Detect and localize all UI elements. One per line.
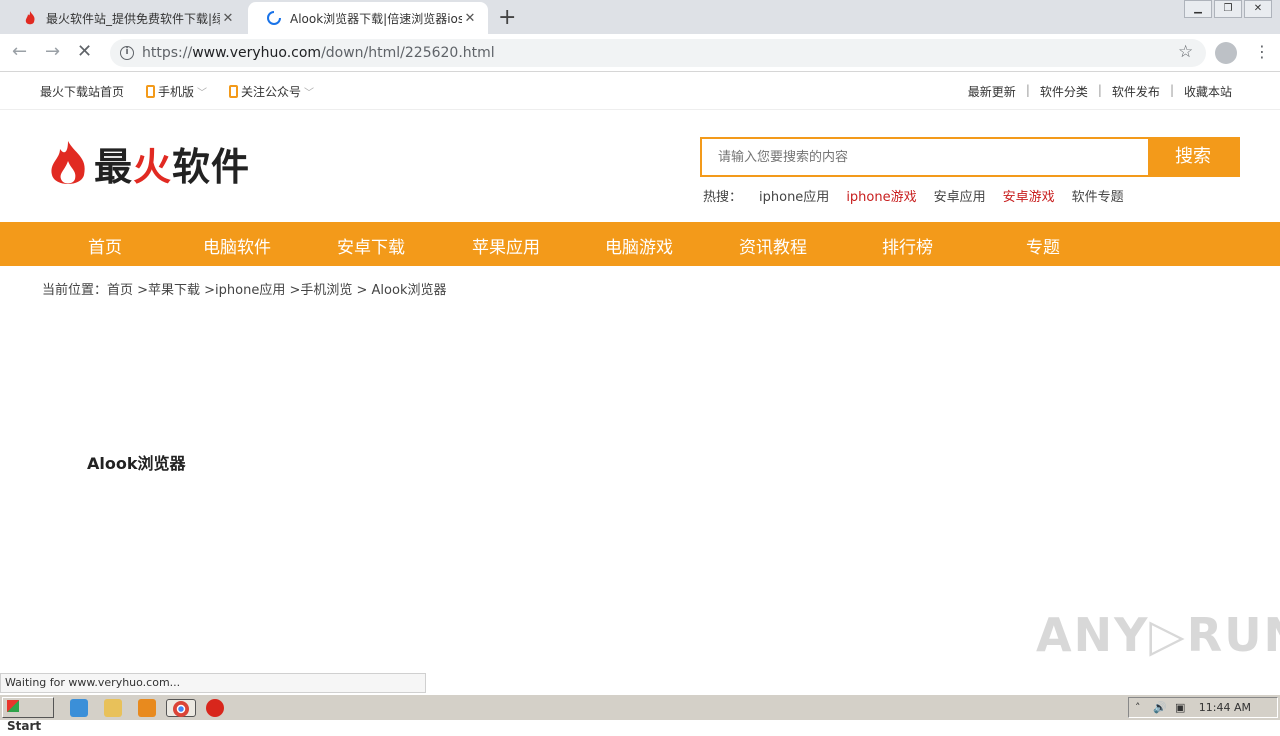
profile-avatar-icon[interactable]	[1215, 42, 1237, 64]
phone-icon	[229, 85, 239, 98]
flame-logo-icon	[51, 140, 85, 184]
tray-expand-icon[interactable]: ˄	[1135, 698, 1141, 717]
system-tray: ˄ 🔊 ▣ 11:44 AM	[1128, 697, 1278, 718]
stop-sign-icon[interactable]	[206, 699, 224, 717]
window-controls: ▁ ❐ ✕	[1182, 0, 1272, 18]
stop-loading-icon[interactable]: ✕	[77, 41, 92, 62]
browser-toolbar: ← → ✕ i https://www.veryhuo.com/down/htm…	[0, 34, 1280, 72]
logo-text-part: 最	[94, 145, 134, 189]
maximize-icon[interactable]: ❐	[1214, 0, 1242, 18]
divider: |	[1097, 83, 1102, 97]
main-nav: 首页 电脑软件 安卓下载 苹果应用 电脑游戏 资讯教程 排行榜 专题	[0, 222, 1280, 266]
loading-spinner-icon	[267, 11, 281, 25]
start-button[interactable]: Start	[2, 697, 54, 733]
anyrun-watermark: ANY▷RUN	[1036, 608, 1280, 662]
logo-text: 最火软件	[94, 136, 250, 191]
nav-apple-apps[interactable]: 苹果应用	[472, 233, 540, 258]
network-icon[interactable]: ▣	[1175, 698, 1185, 717]
categories-link[interactable]: 软件分类	[1040, 83, 1088, 100]
site-topbar: 最火下载站首页 手机版 ﹀ 关注公众号 ﹀ 最新更新 | 软件分类 | 软件发布 | 收藏…	[0, 72, 1280, 110]
page-title: Alook浏览器	[87, 454, 186, 473]
hot-item-iphone-apps[interactable]: iphone应用	[759, 186, 829, 205]
tab-close-icon[interactable]: ✕	[462, 11, 478, 26]
search-button[interactable]: 搜索	[1148, 139, 1238, 175]
tab-close-icon[interactable]: ✕	[220, 11, 236, 26]
latest-updates-link[interactable]: 最新更新	[968, 83, 1016, 100]
nav-android-download[interactable]: 安卓下载	[337, 233, 405, 258]
publish-link[interactable]: 软件发布	[1112, 83, 1160, 100]
bookmark-site-link[interactable]: 收藏本站	[1184, 83, 1232, 100]
status-bar: Waiting for www.veryhuo.com...	[0, 673, 426, 693]
minimize-icon[interactable]: ▁	[1184, 0, 1212, 18]
wechat-follow-link[interactable]: 关注公众号 ﹀	[229, 83, 314, 100]
hot-item-iphone-games[interactable]: iphone游戏	[846, 186, 916, 205]
logo-text-red: 火	[133, 145, 173, 189]
new-tab-button[interactable]: +	[498, 5, 516, 30]
url-host: www.veryhuo.com	[192, 45, 322, 61]
flame-favicon-icon	[25, 11, 35, 25]
address-bar[interactable]: i https://www.veryhuo.com/down/html/2256…	[110, 39, 1206, 67]
tab-title: Alook浏览器下载|倍速浏览器ios版下	[290, 11, 462, 26]
breadcrumb[interactable]: 当前位置：首页 >苹果下载 >iphone应用 >手机浏览 > Alook浏览器	[42, 279, 446, 298]
windows-logo-icon	[7, 700, 19, 712]
logo-text-part: 软件	[172, 145, 251, 189]
hot-label: 热搜：	[703, 190, 743, 205]
browser-tabstrip: 最火软件站_提供免费软件下载|绿色 ✕ Alook浏览器下载|倍速浏览器ios版…	[0, 0, 1280, 34]
nav-home[interactable]: 首页	[88, 233, 122, 258]
site-logo[interactable]: 最火软件	[44, 136, 250, 191]
folder-icon[interactable]	[104, 699, 122, 717]
tab-veryhuo-home[interactable]: 最火软件站_提供免费软件下载|绿色 ✕	[4, 2, 246, 34]
phone-icon	[146, 85, 156, 98]
nav-rankings[interactable]: 排行榜	[882, 233, 933, 258]
forward-arrow-icon[interactable]: →	[45, 41, 60, 62]
mobile-version-link[interactable]: 手机版 ﹀	[146, 83, 207, 100]
search-box: 搜索	[700, 137, 1240, 177]
search-input[interactable]	[702, 139, 1148, 175]
nav-pc-software[interactable]: 电脑软件	[203, 233, 271, 258]
divider: |	[1169, 83, 1174, 97]
volume-icon[interactable]: 🔊	[1153, 698, 1167, 717]
divider: |	[1025, 83, 1030, 97]
tab-title: 最火软件站_提供免费软件下载|绿色	[46, 11, 220, 26]
url-scheme: https://	[142, 45, 193, 61]
url-path: /down/html/225620.html	[321, 45, 495, 61]
hot-item-android-apps[interactable]: 安卓应用	[934, 186, 986, 205]
bookmark-star-icon[interactable]: ☆	[1178, 42, 1193, 62]
home-link[interactable]: 最火下载站首页	[40, 83, 124, 100]
hot-item-android-games[interactable]: 安卓游戏	[1003, 186, 1055, 205]
close-window-icon[interactable]: ✕	[1244, 0, 1272, 18]
ie-icon[interactable]	[70, 699, 88, 717]
back-arrow-icon[interactable]: ←	[12, 41, 27, 62]
chevron-down-icon: ﹀	[304, 88, 315, 99]
tab-alook-download[interactable]: Alook浏览器下载|倍速浏览器ios版下 ✕	[248, 2, 488, 34]
mobile-label: 手机版	[158, 85, 195, 99]
hot-item-software-topics[interactable]: 软件专题	[1072, 186, 1124, 205]
clock: 11:44 AM	[1198, 701, 1251, 714]
nav-news-tutorials[interactable]: 资讯教程	[739, 233, 807, 258]
chrome-taskbar-icon[interactable]	[166, 699, 196, 717]
nav-topics[interactable]: 专题	[1026, 233, 1060, 258]
windows-taskbar: Start ˄ 🔊 ▣ 11:44 AM	[0, 694, 1280, 733]
wechat-label: 关注公众号	[241, 85, 302, 99]
start-label: Start	[7, 719, 42, 733]
nav-pc-games[interactable]: 电脑游戏	[605, 233, 673, 258]
media-player-icon[interactable]	[138, 699, 156, 717]
browser-menu-icon[interactable]: ⋮	[1254, 42, 1270, 61]
chevron-down-icon: ﹀	[197, 88, 208, 99]
hot-searches: 热搜： iphone应用 iphone游戏 安卓应用 安卓游戏 软件专题	[703, 186, 1124, 205]
site-info-icon[interactable]: i	[120, 46, 134, 60]
